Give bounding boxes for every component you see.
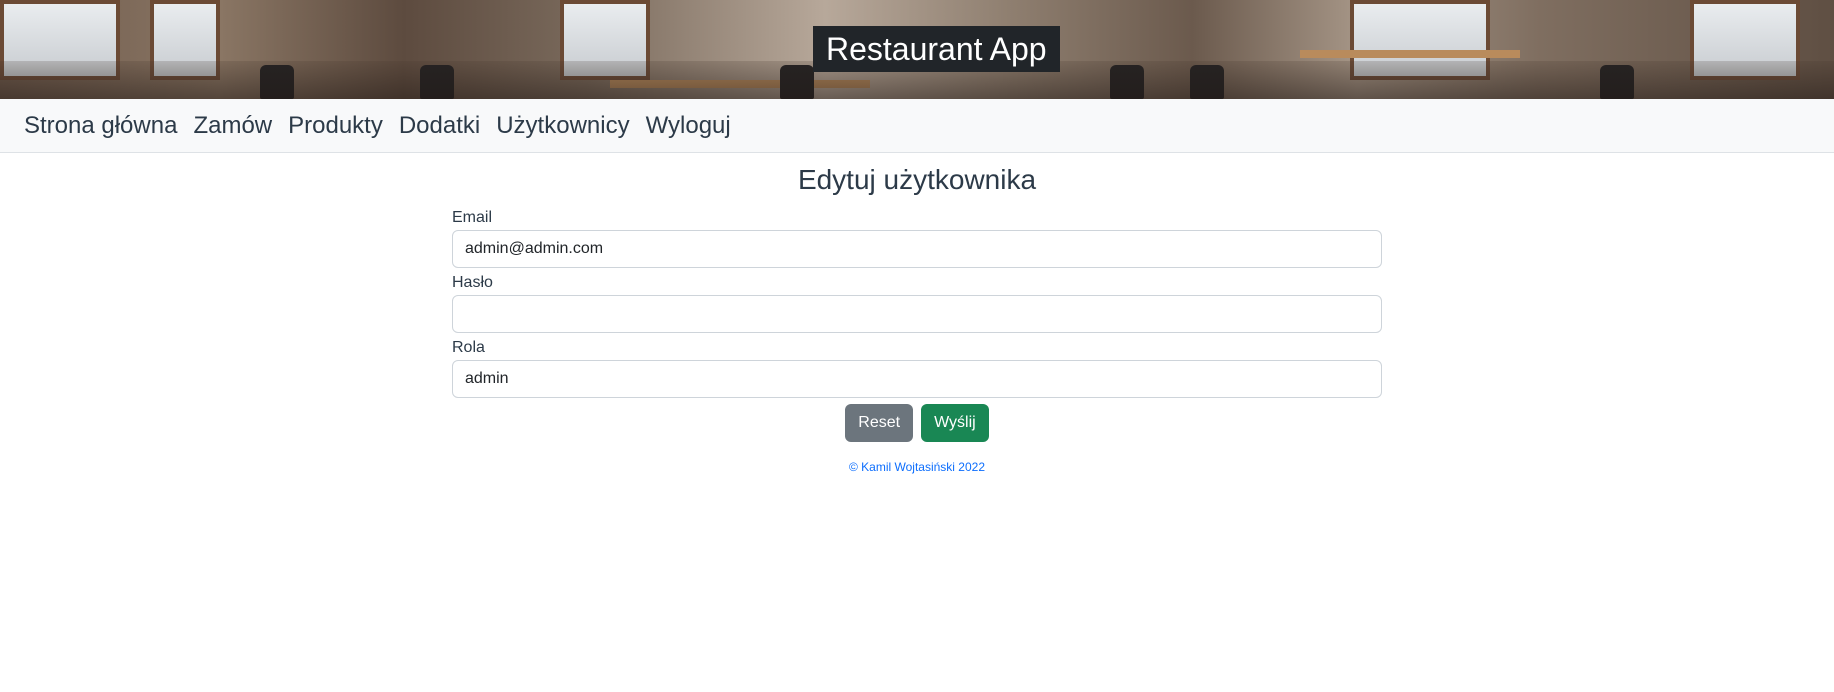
email-field[interactable]	[452, 230, 1382, 268]
footer-copyright[interactable]: © Kamil Wojtasiński 2022	[452, 460, 1382, 474]
role-label: Rola	[452, 339, 485, 356]
nav-item-logout[interactable]: Wyloguj	[646, 112, 731, 140]
nav-item-users[interactable]: Użytkownicy	[496, 112, 629, 140]
header-banner: Restaurant App	[0, 0, 1834, 99]
nav-item-home[interactable]: Strona główna	[24, 112, 177, 140]
nav-item-products[interactable]: Produkty	[288, 112, 383, 140]
nav-item-order[interactable]: Zamów	[193, 112, 272, 140]
email-label: Email	[452, 209, 493, 226]
submit-button[interactable]: Wyślij	[921, 404, 989, 442]
edit-user-form: Edytuj użytkownika Email Hasło Rola Rese…	[452, 153, 1382, 474]
table-decoration	[1300, 50, 1520, 58]
password-label: Hasło	[452, 274, 493, 291]
form-buttons: Reset Wyślij	[452, 404, 1382, 442]
nav-item-addons[interactable]: Dodatki	[399, 112, 480, 140]
role-field[interactable]	[452, 360, 1382, 398]
reset-button[interactable]: Reset	[845, 404, 914, 442]
page-title: Edytuj użytkownika	[797, 164, 1037, 195]
main-navbar: Strona główna Zamów Produkty Dodatki Uży…	[0, 99, 1834, 153]
app-title: Restaurant App	[813, 26, 1060, 72]
password-field[interactable]	[452, 295, 1382, 333]
